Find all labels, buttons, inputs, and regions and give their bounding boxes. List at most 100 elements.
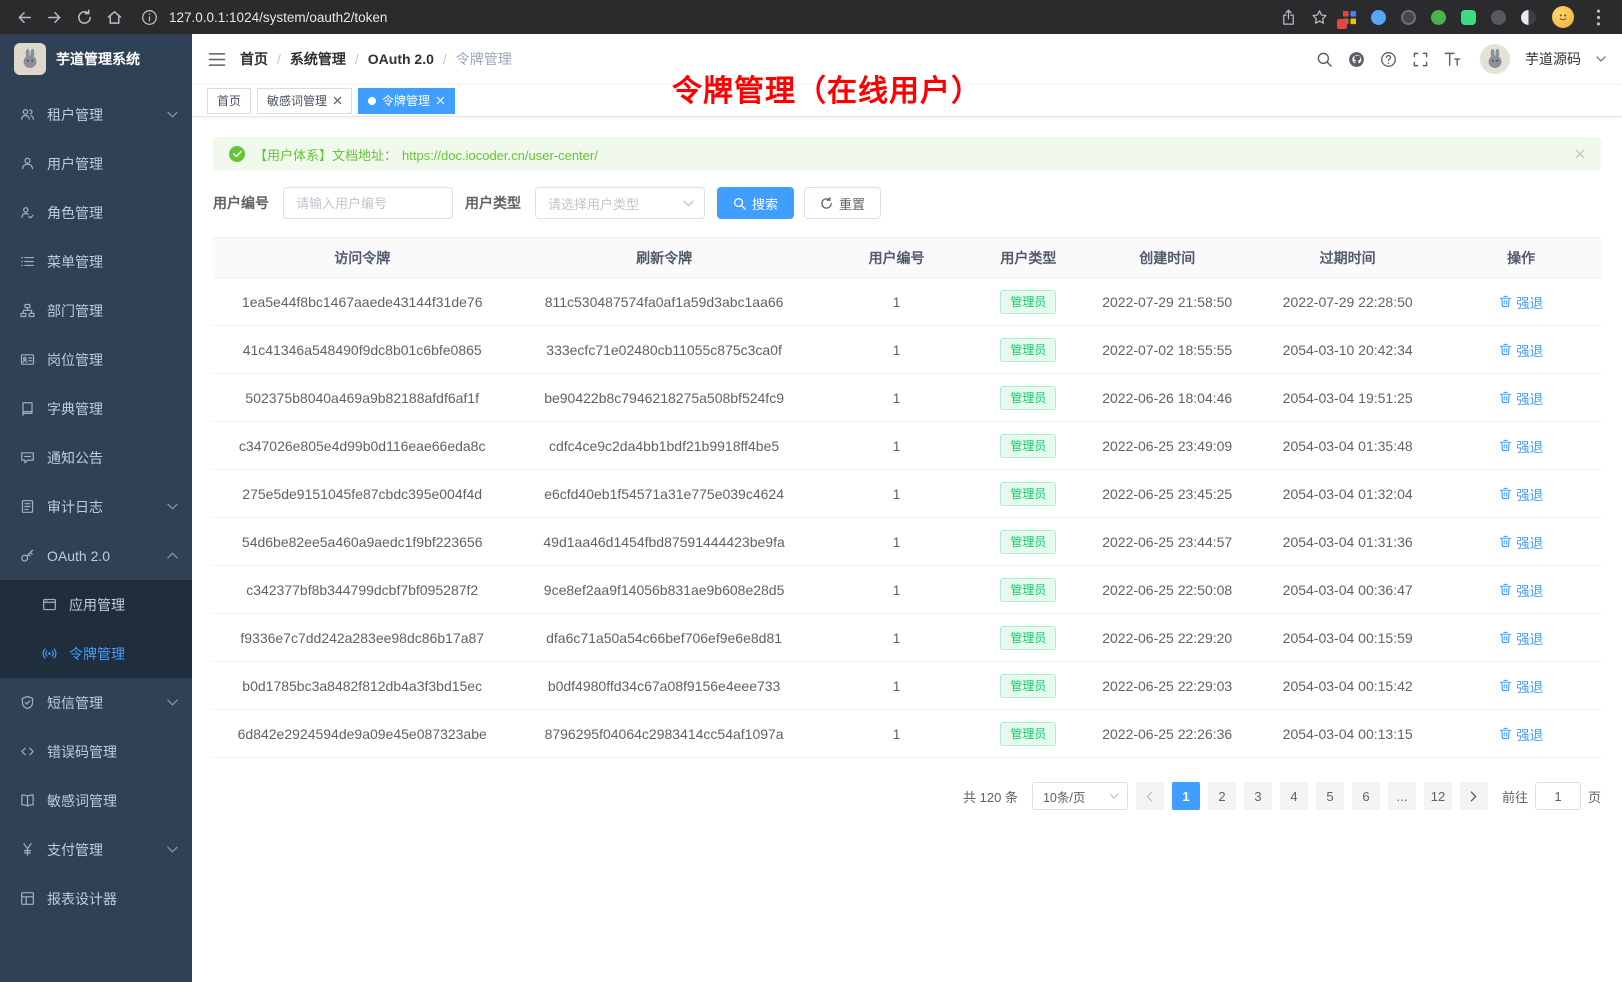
sidebar-item-label: 敏感词管理 (47, 791, 117, 811)
chevron-down-icon[interactable] (1596, 56, 1606, 62)
browser-profile-avatar[interactable] (1552, 6, 1574, 28)
tenant-icon (20, 107, 35, 122)
page-button-2[interactable]: 2 (1208, 782, 1236, 810)
github-icon[interactable] (1348, 51, 1365, 68)
refresh-token-cell: dfa6c71a50a54c66bef706ef9e6e8d81 (511, 614, 816, 662)
chevron-up-icon (167, 552, 178, 559)
force-logout-button[interactable]: 强退 (1499, 724, 1543, 744)
report-icon (20, 891, 35, 906)
sidebar-item-sensitive-word[interactable]: 敏感词管理 (0, 776, 192, 825)
page-button-5[interactable]: 5 (1316, 782, 1344, 810)
user-id-input[interactable] (283, 187, 453, 219)
search-button[interactable]: 搜索 (717, 187, 794, 219)
created-time-cell: 2022-06-25 23:44:57 (1080, 518, 1254, 566)
darkmode-extension-icon[interactable] (1521, 10, 1536, 25)
search-icon[interactable] (1316, 51, 1333, 68)
extension-icon-android[interactable] (1461, 10, 1476, 25)
goto-page-input[interactable] (1535, 782, 1581, 810)
user-type-select[interactable]: 请选择用户类型 (535, 187, 705, 219)
sidebar-item-menu[interactable]: 菜单管理 (0, 237, 192, 286)
page-button-12[interactable]: 12 (1424, 782, 1452, 810)
prev-page-button[interactable] (1136, 782, 1164, 810)
force-logout-button[interactable]: 强退 (1499, 388, 1543, 408)
browser-home-icon[interactable] (100, 3, 128, 31)
sidebar-item-notice[interactable]: 通知公告 (0, 433, 192, 482)
browser-reload-icon[interactable] (70, 3, 98, 31)
extension-icon-gray[interactable] (1491, 10, 1506, 25)
extension-icon-green[interactable] (1431, 10, 1446, 25)
expire-time-cell: 2054-03-04 00:36:47 (1254, 566, 1441, 614)
post-icon (20, 352, 35, 367)
force-logout-button[interactable]: 强退 (1499, 340, 1543, 360)
pager-more-button[interactable]: ... (1388, 782, 1416, 810)
reset-button[interactable]: 重置 (804, 187, 881, 219)
breadcrumb-item[interactable]: 系统管理 (268, 49, 346, 69)
force-logout-button[interactable]: 强退 (1499, 580, 1543, 600)
sidebar-item-post[interactable]: 岗位管理 (0, 335, 192, 384)
access-token-cell: 275e5de9151045fe87cbdc395e004f4d (213, 470, 511, 518)
force-logout-button[interactable]: 强退 (1499, 436, 1543, 456)
sidebar-item-dept[interactable]: 部门管理 (0, 286, 192, 335)
user-type-badge: 管理员 (1000, 530, 1056, 554)
force-logout-button[interactable]: 强退 (1499, 532, 1543, 552)
force-logout-button[interactable]: 强退 (1499, 292, 1543, 312)
browser-forward-icon[interactable] (40, 3, 68, 31)
sidebar-item-oauth2[interactable]: OAuth 2.0 (0, 531, 192, 580)
force-logout-button[interactable]: 强退 (1499, 484, 1543, 504)
share-icon[interactable] (1274, 3, 1302, 31)
tab-close-icon[interactable] (333, 96, 342, 105)
user-id-cell: 1 (817, 470, 977, 518)
browser-back-icon[interactable] (10, 3, 38, 31)
bookmark-star-icon[interactable] (1305, 3, 1333, 31)
access-token-cell: 6d842e2924594de9a09e45e087323abe (213, 710, 511, 758)
breadcrumb-item[interactable]: 首页 (240, 49, 268, 69)
alert-close-icon[interactable] (1575, 149, 1585, 159)
app-logo[interactable]: 芋道管理系统 (0, 34, 192, 84)
help-icon[interactable] (1380, 51, 1397, 68)
sidebar-item-dict[interactable]: 字典管理 (0, 384, 192, 433)
user-type-badge: 管理员 (1000, 722, 1056, 746)
browser-menu-icon[interactable] (1584, 3, 1612, 31)
page-size-select[interactable]: 10条/页 (1032, 782, 1128, 810)
sidebar-item-sms[interactable]: 短信管理 (0, 678, 192, 727)
force-logout-button[interactable]: 强退 (1499, 676, 1543, 696)
app-icon (42, 597, 57, 612)
table-column-header: 用户编号 (817, 238, 977, 278)
tab-home[interactable]: 首页 (207, 88, 251, 114)
chevron-down-icon (167, 111, 178, 118)
sidebar-item-error-code[interactable]: 错误码管理 (0, 727, 192, 776)
user-avatar[interactable] (1480, 44, 1510, 74)
sidebar-item-tenant[interactable]: 租户管理 (0, 90, 192, 139)
extension-icon-dark[interactable] (1401, 10, 1416, 25)
hamburger-icon[interactable] (208, 52, 226, 67)
sidebar-item-label: 令牌管理 (69, 644, 125, 664)
force-logout-button[interactable]: 强退 (1499, 628, 1543, 648)
page-button-6[interactable]: 6 (1352, 782, 1380, 810)
fullscreen-icon[interactable] (1412, 51, 1429, 68)
created-time-cell: 2022-06-25 22:29:20 (1080, 614, 1254, 662)
sidebar-menu: 租户管理用户管理角色管理菜单管理部门管理岗位管理字典管理通知公告审计日志OAut… (0, 84, 192, 982)
doc-link[interactable]: https://doc.iocoder.cn/user-center/ (402, 148, 598, 163)
sidebar-item-role[interactable]: 角色管理 (0, 188, 192, 237)
sidebar-item-oauth2-token[interactable]: 令牌管理 (0, 629, 192, 678)
address-bar[interactable]: 127.0.0.1:1024/system/oauth2/token (138, 6, 1264, 28)
sidebar-item-audit-log[interactable]: 审计日志 (0, 482, 192, 531)
sidebar-item-report-designer[interactable]: 报表设计器 (0, 874, 192, 923)
extensions-grid-icon[interactable] (1336, 4, 1362, 30)
user-name[interactable]: 芋道源码 (1525, 49, 1581, 69)
tab-sensitive-word[interactable]: 敏感词管理 (257, 88, 352, 114)
page-button-4[interactable]: 4 (1280, 782, 1308, 810)
tab-token[interactable]: 令牌管理 (358, 88, 455, 114)
sidebar-item-pay[interactable]: 支付管理 (0, 825, 192, 874)
font-size-icon[interactable] (1444, 51, 1461, 68)
page-button-1[interactable]: 1 (1172, 782, 1200, 810)
sidebar-item-user[interactable]: 用户管理 (0, 139, 192, 188)
site-info-icon[interactable] (138, 6, 160, 28)
next-page-button[interactable] (1460, 782, 1488, 810)
tab-close-icon[interactable] (436, 96, 445, 105)
sidebar-item-oauth2-app[interactable]: 应用管理 (0, 580, 192, 629)
extension-icon-blue[interactable] (1371, 10, 1386, 25)
breadcrumb-item[interactable]: OAuth 2.0 (346, 51, 434, 67)
page-unit-label: 页 (1588, 787, 1601, 806)
page-button-3[interactable]: 3 (1244, 782, 1272, 810)
